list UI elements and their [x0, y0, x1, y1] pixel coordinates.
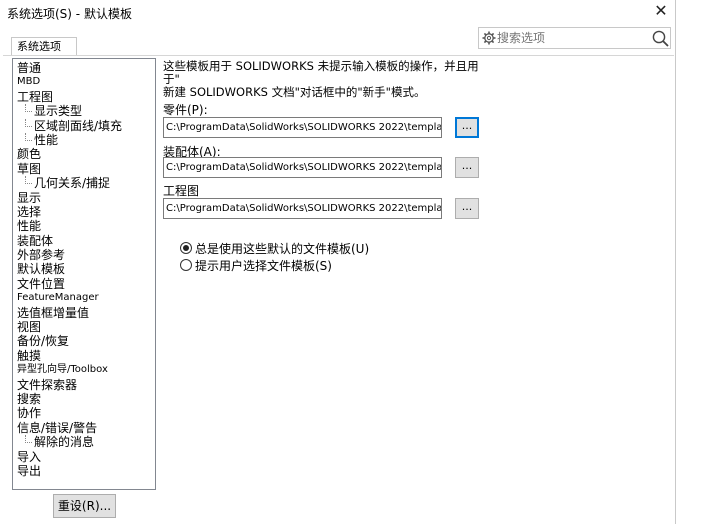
tree-item-label: 显示 [17, 190, 42, 205]
drawing-template-field[interactable]: C:\ProgramData\SolidWorks\SOLIDWORKS 202… [163, 198, 442, 219]
search-input[interactable] [497, 29, 637, 47]
search-box [478, 27, 671, 49]
tree-item-label: MBD [17, 76, 41, 88]
tree-item[interactable]: 草图 [17, 162, 155, 176]
description-line-1: 这些模板用于 SOLIDWORKS 未提示输入模板的操作，并且用于" [163, 59, 479, 86]
tree-item-label: 导出 [17, 463, 42, 478]
tree-item[interactable]: 搜索 [17, 392, 155, 406]
tree-item[interactable]: 文件探索器 [17, 378, 155, 392]
tree-item[interactable]: 选值框增量值 [17, 306, 155, 320]
tree-item[interactable]: 导出 [17, 464, 155, 478]
radio-prompt-user[interactable]: 提示用户选择文件模板(S) [180, 257, 332, 273]
tree-item-label: 草图 [17, 161, 42, 176]
tree-item-label: 视图 [17, 320, 42, 335]
close-icon[interactable]: ✕ [650, 0, 672, 22]
tree-item[interactable]: 解除的消息 [17, 435, 155, 449]
tree-item-label: 工程图 [17, 89, 54, 104]
tree-item[interactable]: 外部参考 [17, 248, 155, 262]
tree-item[interactable]: 颜色 [17, 147, 155, 161]
tab-system-options[interactable]: 系统选项(S) [11, 37, 77, 70]
tree-item-label: 文件位置 [17, 276, 66, 291]
tree-item-label: 触摸 [17, 348, 42, 363]
radio-button-checked[interactable] [180, 242, 192, 254]
tree-item[interactable]: 选择 [17, 205, 155, 219]
part-label: 零件(P): [163, 103, 208, 117]
options-tree[interactable]: 普通 MBD 工程图 显示类型 区域剖面线/填充 性能 颜色 草图 几何关系/捕捉 显示 选择 性能装… [12, 58, 156, 490]
tree-item-label: 区域剖面线/填充 [34, 118, 123, 133]
tree-item[interactable]: 触摸 [17, 349, 155, 363]
part-template-field[interactable]: C:\ProgramData\SolidWorks\SOLIDWORKS 202… [163, 117, 442, 138]
tree-item[interactable]: 区域剖面线/填充 [17, 118, 155, 133]
description: 这些模板用于 SOLIDWORKS 未提示输入模板的操作，并且用于" 新建 SO… [163, 60, 483, 99]
part-browse-button[interactable]: ... [455, 117, 479, 138]
description-line-2: 新建 SOLIDWORKS 文档"对话框中的"新手"模式。 [163, 85, 426, 99]
tree-item-label: 导入 [17, 449, 42, 464]
tree-item[interactable]: FeatureManager [17, 291, 155, 305]
tree-item-label: 显示类型 [34, 104, 83, 119]
tree-item-label: 备份/恢复 [17, 334, 70, 349]
tree-item[interactable]: 显示类型 [17, 104, 155, 118]
drawing-browse-button[interactable]: ... [455, 198, 479, 219]
tree-item-label: 信息/错误/警告 [17, 420, 98, 435]
tree-item-label: 性能 [17, 219, 42, 234]
tree-item-label: 性能 [34, 132, 59, 147]
gear-icon[interactable] [481, 30, 497, 46]
window-title: 系统选项(S) - 默认模板 [7, 7, 132, 21]
radio-prompt-label: 提示用户选择文件模板(S) [195, 258, 332, 273]
tree-item-label: FeatureManager [17, 292, 99, 304]
drawing-label: 工程图 [163, 184, 200, 198]
reset-button[interactable]: 重设(R)... [53, 494, 116, 518]
tree-item-label: 搜索 [17, 391, 42, 406]
tree-item-label: 选值框增量值 [17, 305, 90, 320]
tree-item[interactable]: 性能 [17, 132, 155, 147]
tree-item-label: 异型孔向导/Toolbox [17, 364, 108, 376]
radio-always-use-defaults[interactable]: 总是使用这些默认的文件模板(U) [180, 240, 369, 256]
radio-always-label: 总是使用这些默认的文件模板(U) [195, 241, 370, 256]
tree-item[interactable]: 几何关系/捕捉 [17, 176, 155, 190]
tree-item[interactable]: 信息/错误/警告 [17, 421, 155, 435]
tree-item[interactable]: 导入 [17, 450, 155, 464]
tree-item[interactable]: 装配体 [17, 234, 155, 248]
tree-item[interactable]: 性能 [17, 219, 155, 233]
tree-item-label: 默认模板 [17, 262, 66, 277]
radio-button-unchecked[interactable] [180, 259, 192, 271]
tree-item[interactable]: 工程图 [17, 90, 155, 104]
tree-item-label: 几何关系/捕捉 [34, 176, 111, 191]
tree-item-label: 颜色 [17, 147, 42, 162]
tree-item-label: 选择 [17, 204, 42, 219]
tree-item[interactable]: 视图 [17, 320, 155, 334]
tree-connector [25, 176, 32, 185]
tree-item[interactable]: 备份/恢复 [17, 334, 155, 348]
tree-connector [25, 104, 32, 113]
tree-item-label: 外部参考 [17, 248, 66, 263]
assembly-browse-button[interactable]: ... [455, 157, 479, 178]
search-icon[interactable] [651, 29, 670, 48]
tree-item[interactable]: 默认模板 [17, 262, 155, 276]
tree-item[interactable]: 异型孔向导/Toolbox [17, 363, 155, 377]
assembly-template-field[interactable]: C:\ProgramData\SolidWorks\SOLIDWORKS 202… [163, 157, 442, 178]
tree-connector [25, 132, 32, 141]
tree-connector [25, 435, 32, 444]
tree-item[interactable]: MBD [17, 75, 155, 89]
tree-item[interactable]: 普通 [17, 61, 155, 75]
tree-connector [25, 118, 32, 127]
tree-item-label: 普通 [17, 61, 42, 75]
system-options-dialog: 系统选项(S) - 默认模板 ✕ 系统选项(S) 普通MBD工程图显示类型区域剖… [0, 0, 676, 524]
tree-item[interactable]: 文件位置 [17, 277, 155, 291]
tree-item-label: 解除的消息 [34, 435, 95, 450]
tree-item-label: 装配体 [17, 233, 54, 248]
tree-item-label: 文件探索器 [17, 377, 78, 392]
tree-item-label: 协作 [17, 406, 42, 421]
tree-item[interactable]: 显示 [17, 191, 155, 205]
tree-item[interactable]: 协作 [17, 406, 155, 420]
tab-divider [3, 55, 674, 56]
